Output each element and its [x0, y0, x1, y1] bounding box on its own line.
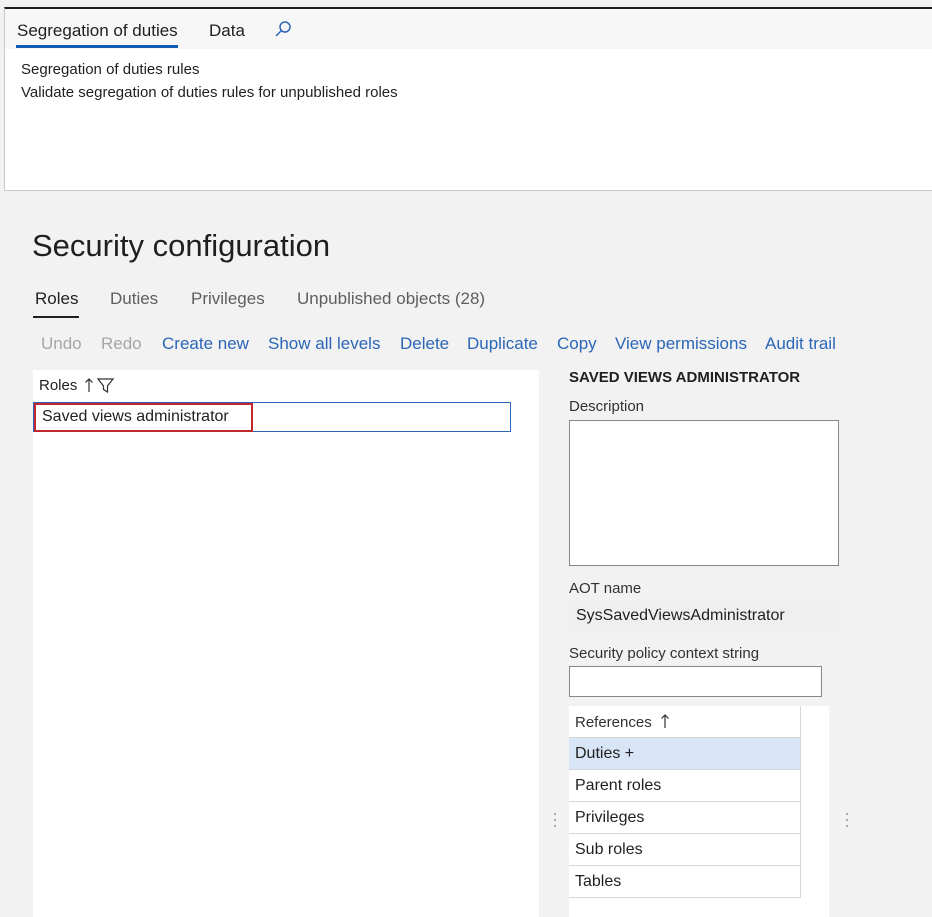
- security-policy-label: Security policy context string: [569, 645, 760, 662]
- tab-duties[interactable]: Duties: [110, 289, 158, 309]
- pivot-active-indicator: [33, 316, 79, 318]
- references-column-header[interactable]: References: [575, 713, 672, 731]
- roles-grid: Roles Saved views administrator: [33, 370, 539, 917]
- tab-data[interactable]: Data: [209, 21, 245, 41]
- page-title: Security configuration: [32, 228, 331, 263]
- column-divider: [800, 706, 801, 897]
- sort-ascending-icon: [660, 714, 669, 728]
- action-pane-tabs: Segregation of duties Data: [5, 9, 932, 49]
- aot-name-label: AOT name: [569, 580, 642, 597]
- search-icon[interactable]: [273, 20, 293, 40]
- duplicate-button[interactable]: Duplicate: [467, 334, 538, 354]
- validate-sod-rules-button[interactable]: Validate segregation of duties rules for…: [21, 84, 398, 101]
- filter-icon: [96, 378, 115, 394]
- audit-trail-button[interactable]: Audit trail: [765, 334, 836, 354]
- reference-item-tables[interactable]: Tables: [569, 866, 801, 898]
- tab-segregation-of-duties[interactable]: Segregation of duties: [17, 21, 178, 41]
- redo-button[interactable]: Redo: [101, 334, 142, 354]
- tab-roles[interactable]: Roles: [35, 289, 78, 309]
- delete-button[interactable]: Delete: [400, 334, 449, 354]
- undo-button[interactable]: Undo: [41, 334, 82, 354]
- sort-ascending-icon: [85, 378, 93, 392]
- references-header-label: References: [575, 714, 652, 731]
- reference-item-parent-roles[interactable]: Parent roles: [569, 770, 801, 802]
- splitter-handle[interactable]: [845, 813, 849, 833]
- description-field[interactable]: [569, 420, 839, 566]
- action-pane: Segregation of duties Data Segregation o…: [4, 7, 932, 191]
- active-tab-indicator: [16, 45, 178, 48]
- reference-item-privileges[interactable]: Privileges: [569, 802, 801, 834]
- create-new-button[interactable]: Create new: [162, 334, 249, 354]
- segregation-of-duties-rules-button[interactable]: Segregation of duties rules: [21, 61, 199, 78]
- roles-column-header[interactable]: Roles: [39, 377, 77, 394]
- aot-name-field: SysSavedViewsAdministrator: [569, 601, 839, 631]
- reference-item-duties[interactable]: Duties +: [569, 738, 801, 770]
- splitter-handle[interactable]: [553, 813, 557, 833]
- table-row[interactable]: Saved views administrator: [33, 402, 511, 432]
- show-all-levels-button[interactable]: Show all levels: [268, 334, 380, 354]
- tab-unpublished-objects[interactable]: Unpublished objects (28): [297, 289, 485, 309]
- reference-item-sub-roles[interactable]: Sub roles: [569, 834, 801, 866]
- roles-header-icons: [84, 376, 124, 394]
- view-permissions-button[interactable]: View permissions: [615, 334, 747, 354]
- security-policy-field[interactable]: [569, 666, 822, 697]
- description-label: Description: [569, 398, 645, 415]
- copy-button[interactable]: Copy: [557, 334, 597, 354]
- tab-privileges[interactable]: Privileges: [191, 289, 265, 309]
- role-name-cell[interactable]: Saved views administrator: [34, 403, 253, 432]
- detail-title: SAVED VIEWS ADMINISTRATOR: [569, 369, 801, 386]
